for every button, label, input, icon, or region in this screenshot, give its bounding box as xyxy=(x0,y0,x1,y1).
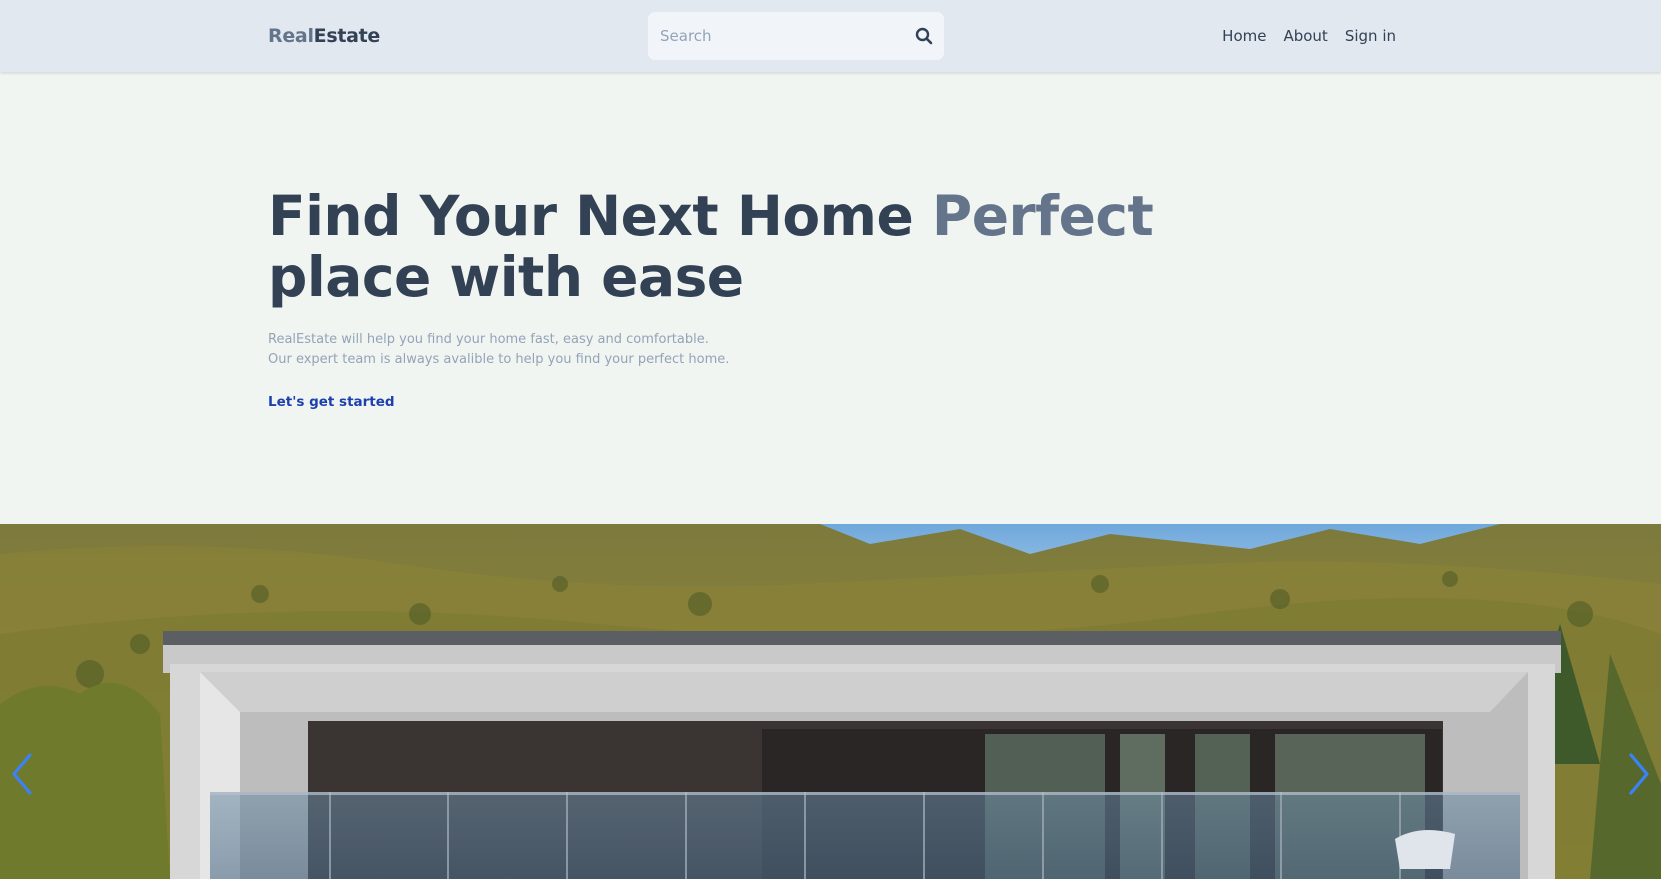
hero-title-line2: place with ease xyxy=(268,245,744,309)
hero-title: Find Your Next Home Perfect place with ea… xyxy=(268,186,1368,308)
search-box xyxy=(648,12,944,60)
image-slider xyxy=(0,524,1661,879)
get-started-link[interactable]: Let's get started xyxy=(268,394,395,410)
brand-logo[interactable]: RealEstate xyxy=(268,25,380,47)
nav-home-link[interactable]: Home xyxy=(1222,27,1266,45)
hero-title-accent: Perfect xyxy=(931,184,1154,248)
hero-title-wrap: Find Your Next Home Perfect place with ea… xyxy=(268,186,1368,308)
hero-desc-line1: RealEstate will help you find your home … xyxy=(268,332,709,347)
search-input[interactable] xyxy=(660,12,900,60)
nav-about-link[interactable]: About xyxy=(1283,27,1327,45)
hero-desc-line2: Our expert team is always avalible to he… xyxy=(268,352,730,367)
nav-signin-link[interactable]: Sign in xyxy=(1345,27,1396,45)
main-nav: Home About Sign in xyxy=(1222,27,1396,45)
hero-description: RealEstate will help you find your home … xyxy=(268,330,729,370)
chevron-left-icon[interactable] xyxy=(8,749,38,799)
navbar: RealEstate Home About Sign in xyxy=(0,0,1661,72)
search-icon[interactable] xyxy=(914,26,934,46)
house-photo xyxy=(0,524,1661,879)
brand-part-estate: Estate xyxy=(313,25,381,47)
brand-part-real: Real xyxy=(268,25,314,47)
hero-title-main: Find Your Next Home xyxy=(268,184,932,248)
chevron-right-icon[interactable] xyxy=(1623,749,1653,799)
